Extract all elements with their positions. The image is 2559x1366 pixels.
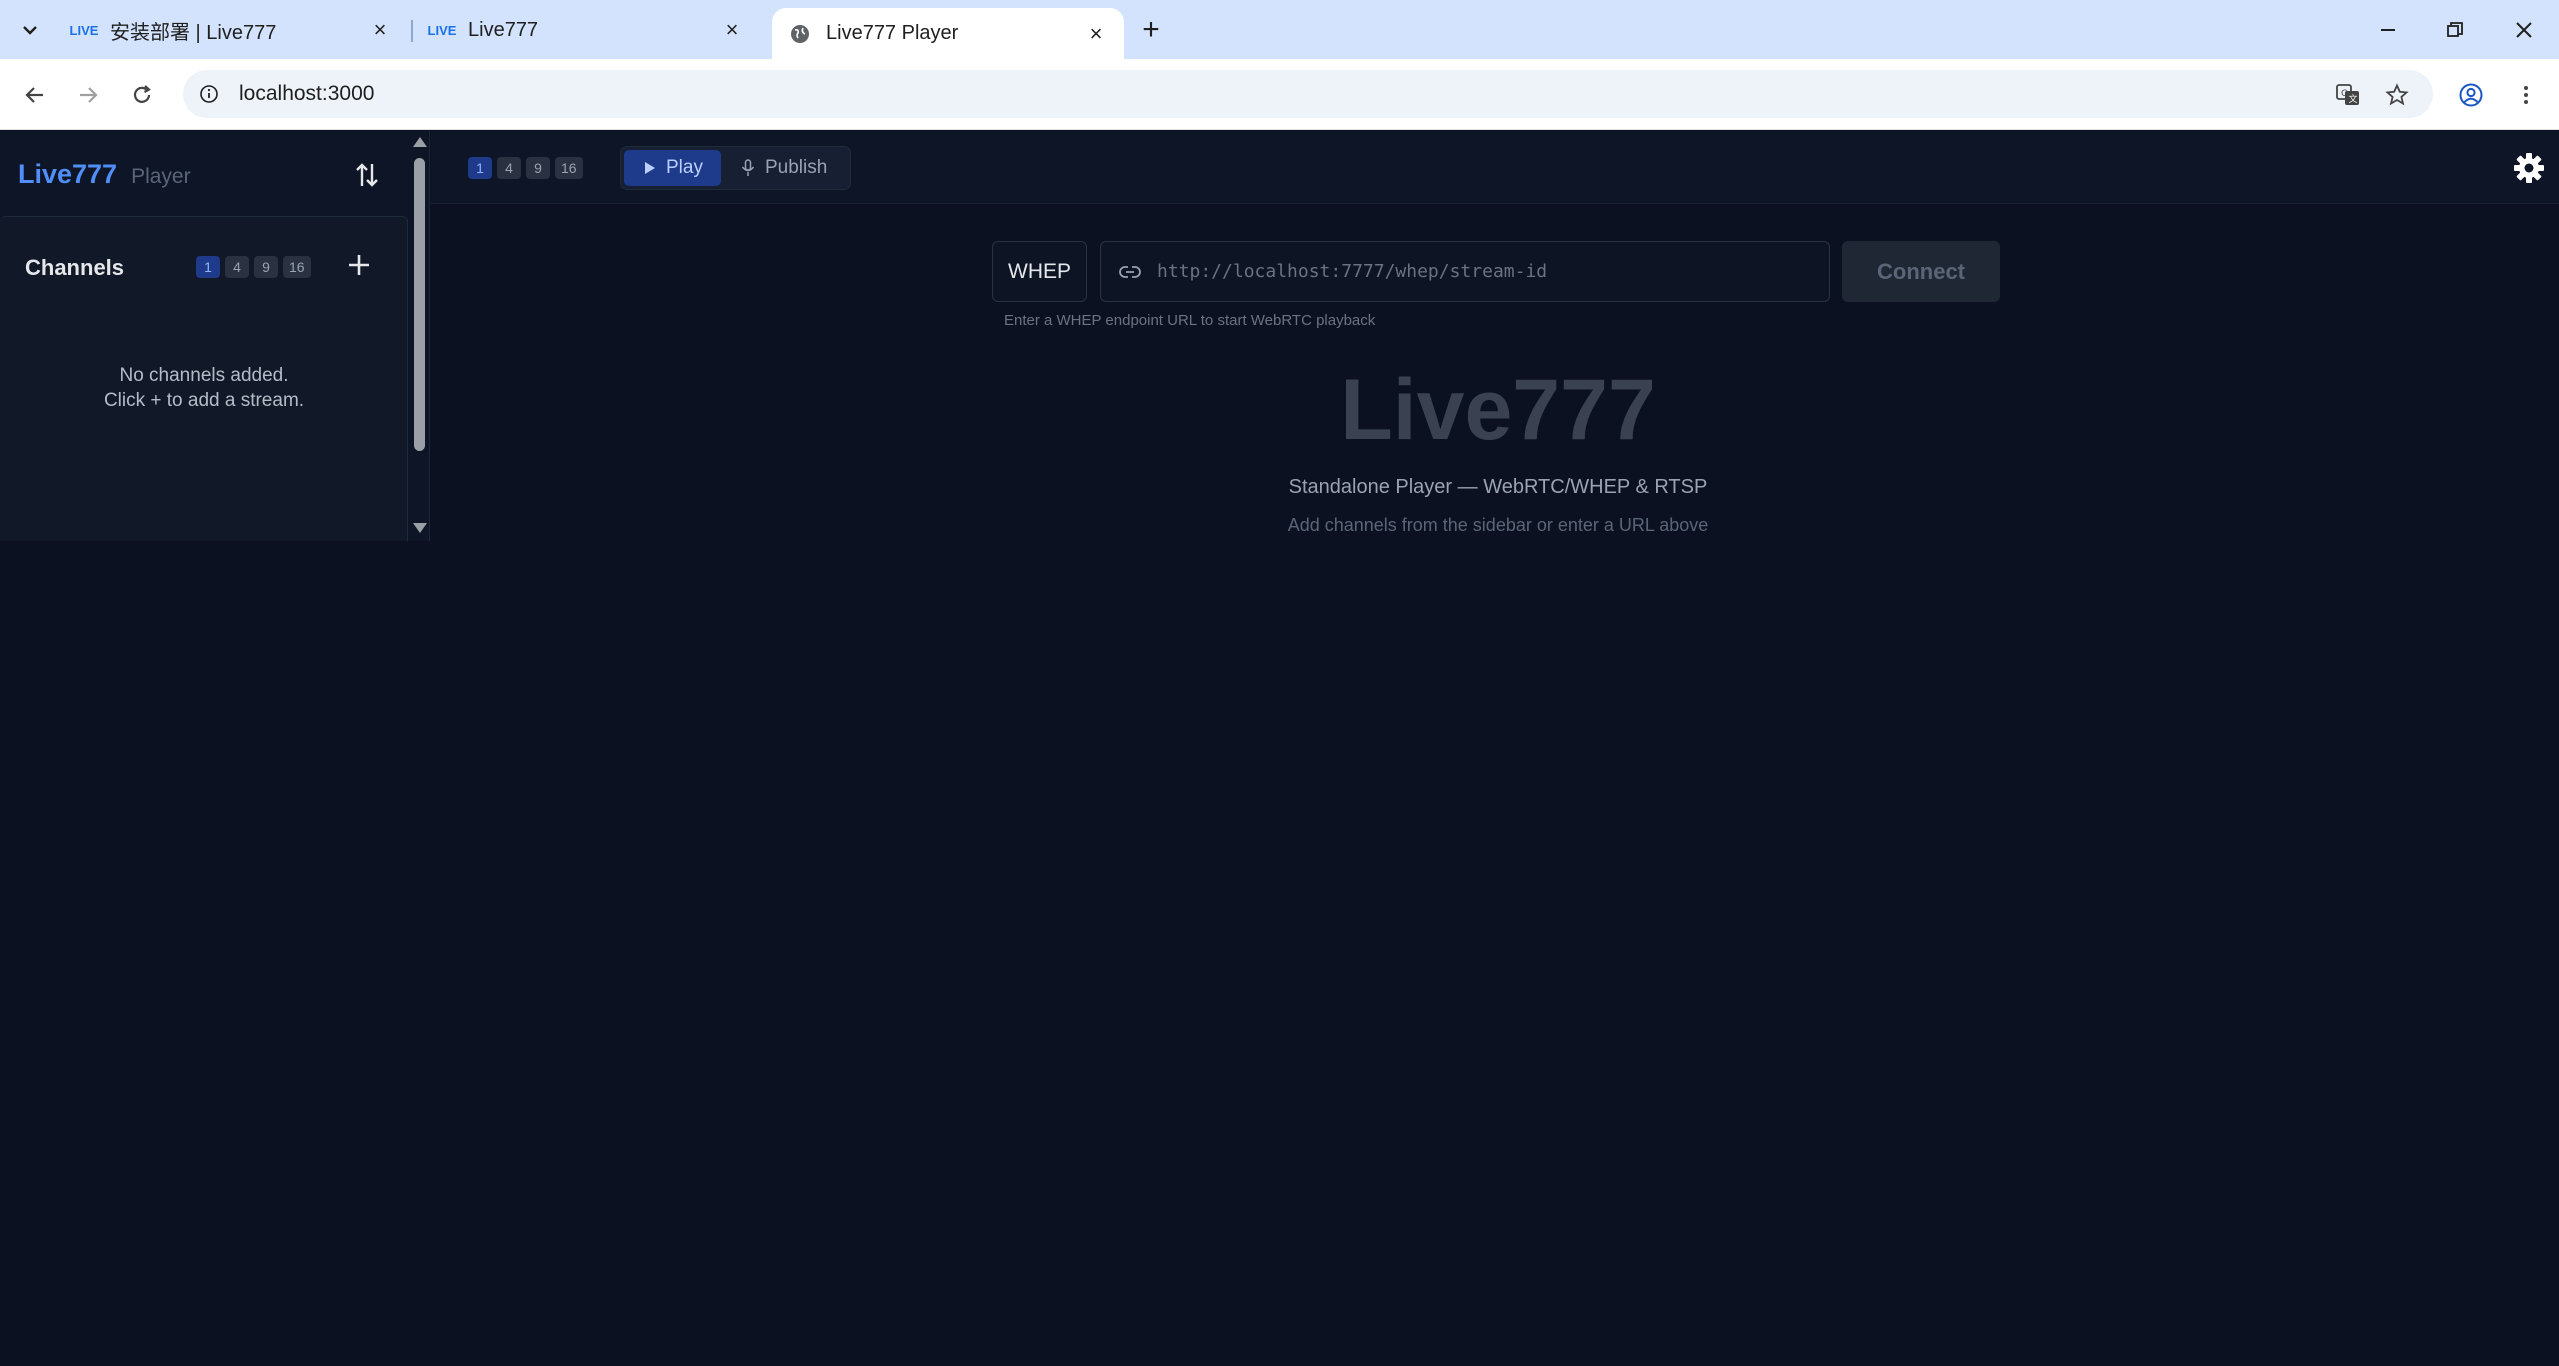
svg-text:G: G — [2341, 89, 2348, 99]
window-close-button[interactable] — [2494, 10, 2554, 50]
tab-title: Live777 — [468, 18, 539, 41]
new-tab-button[interactable]: + — [1133, 12, 1169, 48]
translate-icon: G文 — [2336, 84, 2359, 105]
arrow-right-icon — [80, 87, 98, 103]
live777-logo-icon: LIVE — [69, 22, 99, 38]
brand-subtitle: Player — [131, 165, 191, 188]
connect-hint: Enter a WHEP endpoint URL to start WebRT… — [1004, 312, 1376, 329]
address-bar[interactable]: localhost:3000 — [183, 70, 2433, 118]
bookmark-button[interactable] — [2378, 76, 2416, 114]
close-icon[interactable]: × — [720, 17, 744, 42]
microphone-icon — [741, 159, 755, 177]
top-bar: 1 4 9 16 Play Publish — [431, 131, 2559, 204]
layout-grid-selector: 1 4 9 16 — [468, 157, 583, 179]
tab-title: 安装部署 | Live777 — [110, 21, 277, 44]
grid-option-1[interactable]: 1 — [196, 256, 220, 278]
close-icon[interactable]: × — [1084, 21, 1108, 46]
live777-logo-icon: LIVE — [427, 22, 457, 38]
browser-toolbar: localhost:3000 G文 — [0, 59, 2559, 130]
hero-note: Add channels from the sidebar or enter a… — [1287, 515, 1709, 535]
account-icon — [2459, 83, 2483, 107]
site-info-icon[interactable] — [195, 80, 223, 108]
publish-label: Publish — [765, 157, 828, 178]
layout-option-16[interactable]: 16 — [555, 157, 583, 179]
translate-button[interactable]: G文 — [2329, 76, 2367, 114]
grid-option-9[interactable]: 9 — [254, 256, 278, 278]
layout-option-9[interactable]: 9 — [526, 157, 550, 179]
swap-layout-button[interactable] — [349, 157, 385, 193]
tab-separator — [411, 20, 413, 42]
protocol-select[interactable]: WHEP — [992, 241, 1087, 302]
browser-menu-button[interactable] — [2507, 76, 2545, 114]
browser-tab-1[interactable]: LIVE 安装部署 | Live777 × — [56, 8, 408, 52]
connect-button[interactable]: Connect — [1842, 241, 2000, 302]
swap-vertical-icon — [356, 163, 378, 187]
close-icon — [2516, 22, 2532, 38]
brand-name: Live777 — [18, 159, 118, 189]
hero-subtitle: Standalone Player — WebRTC/WHEP & RTSP — [1288, 476, 1708, 498]
play-label: Play — [666, 157, 703, 178]
reload-icon — [133, 85, 151, 103]
app-root: Live777 Player Channels 1 4 9 16 No chan… — [0, 131, 2559, 1366]
play-icon — [644, 161, 656, 175]
settings-button[interactable] — [2512, 151, 2546, 185]
link-icon — [1117, 259, 1143, 285]
chevron-down-icon — [23, 26, 37, 35]
arrow-left-icon — [25, 87, 43, 103]
url-text: localhost:3000 — [239, 82, 375, 105]
layout-option-4[interactable]: 4 — [497, 157, 521, 179]
publish-mode-button[interactable]: Publish — [729, 150, 847, 186]
more-vertical-icon — [2524, 86, 2528, 104]
minimize-icon — [2381, 29, 2395, 31]
restore-icon — [2447, 22, 2463, 37]
close-icon[interactable]: × — [368, 17, 392, 42]
browser-tab-3-active[interactable]: Live777 Player × — [772, 8, 1124, 59]
plus-icon — [349, 255, 369, 275]
stream-url-field[interactable] — [1100, 241, 1830, 302]
hero-title: Live777 — [1340, 362, 1656, 458]
stream-url-input[interactable] — [1157, 261, 1829, 282]
forward-button[interactable] — [69, 76, 107, 114]
grid-option-4[interactable]: 4 — [225, 256, 249, 278]
play-mode-button[interactable]: Play — [624, 150, 721, 186]
browser-tab-bar: LIVE 安装部署 | Live777 × LIVE Live777 × Liv… — [0, 0, 2559, 59]
layout-option-1[interactable]: 1 — [468, 157, 492, 179]
tab-search-button[interactable] — [10, 14, 50, 46]
grid-option-16[interactable]: 16 — [283, 256, 311, 278]
browser-tab-2[interactable]: LIVE Live777 × — [414, 8, 760, 52]
sidebar-grid-selector: 1 4 9 16 — [196, 256, 311, 278]
scroll-up-arrow[interactable] — [413, 137, 427, 147]
svg-text:文: 文 — [2349, 93, 2358, 105]
tab-title: Live777 Player — [826, 22, 959, 44]
back-button[interactable] — [16, 76, 54, 114]
restore-button[interactable] — [2425, 10, 2485, 50]
channels-title: Channels — [25, 255, 125, 280]
mode-toggle: Play Publish — [620, 146, 851, 190]
star-icon — [2385, 83, 2409, 106]
profile-button[interactable] — [2452, 76, 2490, 114]
brand: Live777 Player — [18, 159, 191, 190]
add-channel-button[interactable] — [344, 250, 374, 280]
gear-icon — [2514, 153, 2544, 183]
minimize-button[interactable] — [2358, 10, 2418, 50]
reload-button[interactable] — [123, 76, 161, 114]
globe-icon — [788, 22, 812, 46]
